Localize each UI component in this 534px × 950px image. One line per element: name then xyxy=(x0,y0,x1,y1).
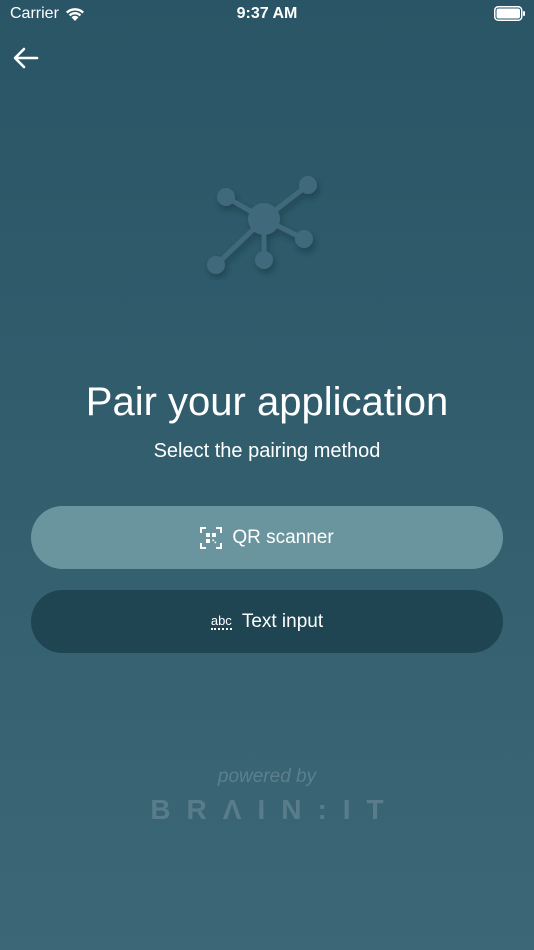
status-time: 9:37 AM xyxy=(236,5,298,22)
text-input-label: Text input xyxy=(241,610,324,632)
page-subtitle: Select the pairing method xyxy=(153,440,381,462)
powered-by-label: powered by xyxy=(217,766,317,787)
brand-logo: BRΛIN:IT xyxy=(150,794,400,825)
network-hub-icon xyxy=(200,170,330,280)
qr-scanner-button[interactable]: QR scanner xyxy=(31,506,503,569)
abc-icon: abc xyxy=(210,612,232,630)
page-title: Pair your application xyxy=(85,380,449,424)
arrow-left-icon xyxy=(13,47,39,69)
battery-icon xyxy=(494,6,526,26)
qr-scan-icon xyxy=(200,526,223,549)
status-bar: Carrier 9:37 AM xyxy=(0,0,534,28)
back-button[interactable] xyxy=(10,42,42,74)
qr-scanner-label: QR scanner xyxy=(232,526,334,548)
text-input-button[interactable]: abc Text input xyxy=(31,590,503,653)
